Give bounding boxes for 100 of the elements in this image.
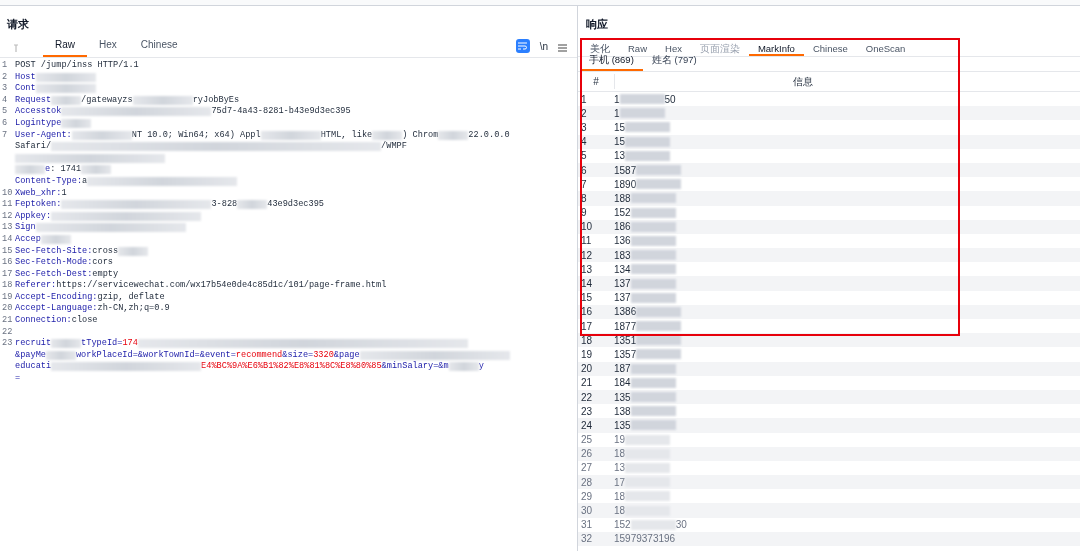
redaction-blur: [260, 130, 321, 140]
row-number: 5: [580, 149, 588, 164]
line-number: 11: [1, 199, 14, 211]
redaction-blur: [448, 362, 479, 372]
column-header: #: [592, 75, 600, 89]
line-number: 15: [1, 245, 14, 258]
header-text: Host: [15, 71, 36, 84]
redaction-blur: [636, 335, 682, 346]
table-row[interactable]: 12 183: [578, 248, 1080, 263]
row-number: 3: [580, 120, 588, 135]
line-number: 19: [1, 291, 14, 304]
table-row[interactable]: 30 18: [578, 503, 1080, 518]
line-number: 14: [1, 233, 14, 246]
redaction-blur: [625, 150, 671, 161]
redaction-blur: [35, 72, 96, 82]
row-number: 21: [580, 376, 594, 391]
redaction-blur: [636, 349, 682, 360]
header-text: Appkey:: [15, 210, 52, 222]
phone-number: 1386: [614, 305, 637, 320]
phone-number: 50: [664, 92, 676, 107]
tab[interactable]: MarkInfo: [748, 43, 804, 56]
row-number: 29: [580, 489, 594, 504]
row-number: 17: [580, 319, 594, 334]
row-number: 18: [580, 333, 594, 348]
code-text: /gatewayzs: [81, 94, 133, 107]
header-text: Sign: [15, 222, 36, 234]
row-number: 26: [580, 447, 594, 462]
redaction-blur: [630, 235, 676, 246]
line-number: 13: [1, 222, 14, 234]
redaction-blur: [630, 264, 676, 275]
newline-toggle[interactable]: \n: [539, 39, 548, 54]
header-text: y: [478, 361, 484, 374]
phone-number: 188: [614, 191, 631, 206]
line-number: 21: [1, 315, 14, 327]
table-row[interactable]: 24 135: [578, 418, 1080, 433]
pin-icon[interactable]: [13, 44, 19, 53]
code-text: https://servicewechat.com/wx17b54e0de4c85d1c/101/page-frame.html: [56, 280, 387, 292]
phone-number: 13: [614, 461, 626, 476]
code-text: empty: [92, 268, 119, 280]
tab[interactable]: Chinese: [803, 43, 857, 56]
redaction-blur: [372, 130, 403, 140]
code-text: POST /jump/inss HTTP/1.1: [15, 60, 139, 72]
row-number: 28: [580, 475, 594, 490]
phone-number: 136: [614, 234, 631, 249]
row-number: 10: [580, 220, 594, 235]
row-number: 13: [580, 262, 594, 277]
row-number: 14: [580, 277, 594, 292]
code-text: : 1741: [50, 164, 82, 176]
code-text: 22.0.0.0: [468, 129, 510, 142]
phone-number: 30: [675, 518, 687, 533]
code-text: cors: [92, 257, 113, 269]
phone-number: 19: [614, 433, 626, 448]
code-text: close: [71, 315, 98, 327]
line-number: 4: [1, 94, 9, 107]
phone-number: 1890: [614, 177, 637, 192]
phone-number: 1357: [614, 347, 637, 362]
line-number: 1: [1, 60, 9, 72]
tab[interactable]: Hex: [87, 37, 129, 57]
redaction-blur: [15, 165, 45, 175]
header-text: educati: [15, 361, 52, 374]
redaction-blur: [630, 363, 676, 374]
header-text: Referer:: [15, 280, 57, 292]
param-value: 174: [122, 338, 138, 350]
param-value: recommend: [235, 349, 283, 362]
row-number: 31: [580, 518, 594, 533]
tab[interactable]: Chinese: [128, 37, 190, 57]
line-number: 5: [1, 106, 9, 118]
table-row[interactable]: 2 1: [578, 106, 1080, 121]
wrap-toggle[interactable]: [515, 39, 530, 53]
redaction-blur: [625, 136, 671, 147]
line-number: 3: [1, 83, 9, 95]
redaction-blur: [630, 519, 676, 530]
redaction-blur: [630, 406, 676, 417]
redaction-blur: [45, 350, 76, 360]
row-number: 2: [580, 106, 588, 121]
redaction-blur: [625, 122, 671, 133]
table-row[interactable]: 14 137: [578, 276, 1080, 291]
phone-number: 184: [614, 376, 631, 391]
code-text: 75d7-4a43-8281-b43e9d3ec395: [211, 106, 351, 118]
redaction-blur: [636, 306, 682, 317]
phone-number: 134: [614, 262, 631, 277]
row-number: 1: [580, 92, 588, 107]
line-number: 18: [1, 280, 14, 292]
phone-number: 1: [614, 92, 620, 107]
header-text: recruit: [15, 338, 52, 350]
code-text: 43e9d3ec395: [267, 199, 324, 211]
phone-number: 137: [614, 277, 631, 292]
code-text: gzip, deflate: [97, 291, 165, 303]
tab[interactable]: Raw: [43, 37, 87, 57]
phone-number: 15: [614, 120, 626, 135]
header-text: Accept-Language:: [15, 303, 98, 315]
header-text: Feptoken:: [15, 199, 62, 211]
table-row[interactable]: 28 17: [578, 475, 1080, 490]
row-number: 16: [580, 305, 594, 320]
phone-number: 152: [614, 518, 631, 533]
redaction-blur: [625, 434, 671, 445]
redaction-blur: [636, 179, 682, 190]
menu-icon[interactable]: [558, 44, 567, 52]
line-number: 22: [1, 326, 14, 339]
tab[interactable]: OneScan: [856, 43, 915, 56]
